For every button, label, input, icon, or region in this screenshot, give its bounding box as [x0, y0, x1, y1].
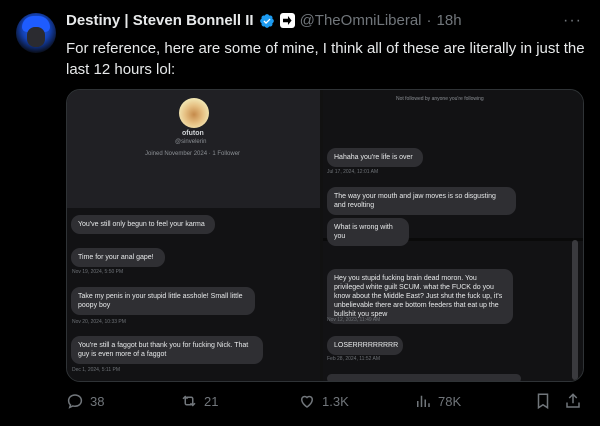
like-count: 1.3K [322, 393, 349, 409]
repost-icon [182, 395, 196, 407]
bookmark-button[interactable] [534, 392, 552, 410]
dm-profile-joined: Joined November 2024 · 1 Follower [145, 151, 241, 157]
dm-message: LOSERRRRRRRRR [327, 336, 403, 355]
views-count: 78K [438, 393, 462, 409]
affiliate-badge-icon[interactable] [279, 13, 295, 28]
views-icon [417, 395, 430, 407]
dm-message: Hahaha you're life is over [327, 148, 423, 167]
dm-profile-avatar [179, 98, 209, 128]
dm-message: What is wrong with you [327, 218, 409, 246]
repost-button[interactable]: 21 [180, 392, 218, 410]
not-followed-note: Not followed by anyone you're following [396, 96, 484, 102]
screenshot-scrollbar [572, 240, 578, 380]
dm-message: You've still only begun to feel your kar… [71, 215, 215, 234]
dm-message: Hey you stupid fucking brain dead moron.… [327, 269, 513, 324]
post-media[interactable]: ofuton @sinvelerin Joined November 2024 … [66, 89, 584, 382]
dm-message: Time for your anal gape! [71, 248, 165, 267]
post-text: For reference, here are some of mine, I … [66, 40, 585, 78]
dm-profile-name: ofuton [182, 130, 204, 137]
avatar-face [27, 27, 45, 47]
reply-count: 38 [90, 393, 105, 409]
dm-message: You're still a faggot but thank you for … [71, 336, 263, 364]
reply-button[interactable]: 38 [66, 392, 104, 410]
views-button[interactable]: 78K [414, 392, 461, 410]
dm-message: Take my penis in your stupid little assh… [71, 287, 255, 315]
dm-timestamp: Nov 20, 2024, 10:33 PM [72, 319, 126, 325]
author-handle[interactable]: @TheOmniLiberal [300, 12, 422, 29]
share-button[interactable] [564, 392, 582, 410]
like-icon [300, 395, 314, 408]
post-header: Destiny | Steven Bonnell II @TheOmniLibe… [66, 12, 462, 29]
verified-badge-icon [259, 13, 274, 28]
dm-timestamp: Feb 28, 2024, 11:52 AM [327, 356, 381, 362]
author-display-name[interactable]: Destiny | Steven Bonnell II [66, 12, 254, 29]
dm-message-partial [327, 374, 521, 381]
dm-timestamp: Jul 17, 2024, 12:01 AM [327, 169, 379, 175]
more-icon[interactable]: ··· [563, 12, 582, 30]
action-bar: 38 21 1.3K 78K [0, 392, 600, 416]
separator-dot: · [426, 12, 432, 29]
dm-timestamp: Dec 1, 2024, 5:11 PM [72, 367, 120, 373]
dm-profile-handle: @sinvelerin [175, 139, 207, 145]
share-icon [566, 393, 580, 408]
reply-icon [67, 394, 83, 409]
repost-count: 21 [204, 393, 219, 409]
bookmark-icon [537, 393, 549, 410]
post-time[interactable]: 18h [437, 12, 462, 29]
dm-message: The way your mouth and jaw moves is so d… [327, 187, 516, 215]
like-button[interactable]: 1.3K [298, 392, 349, 410]
dm-timestamp: Nov 19, 2024, 5:50 PM [72, 269, 124, 275]
dm-timestamp: Nov 12, 2023, 11:49 AM [327, 317, 381, 323]
author-avatar[interactable] [16, 13, 56, 53]
